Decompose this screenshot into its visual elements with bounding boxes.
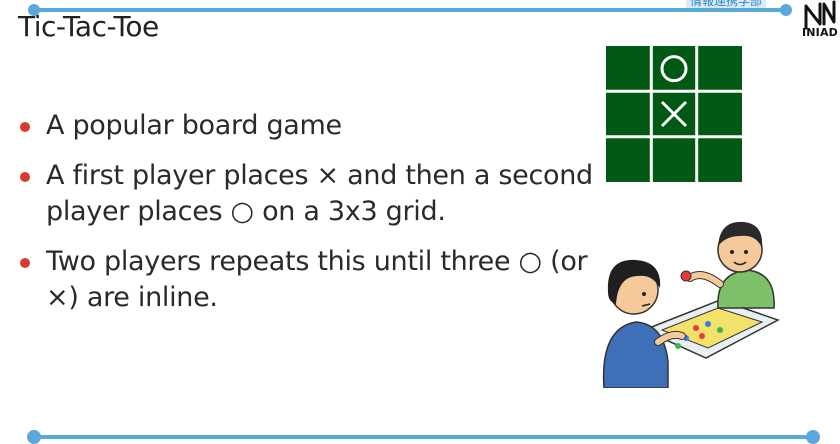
held-piece <box>680 270 692 282</box>
bottom-divider-right-dot <box>806 430 820 444</box>
bullet-list: A popular board game A first player plac… <box>14 108 594 330</box>
right-player-body <box>717 269 775 309</box>
bullet-item: A first player places × and then a secon… <box>14 158 594 230</box>
bottom-divider-line <box>34 435 814 439</box>
game-piece <box>675 343 681 349</box>
faculty-tag: 情報連携学部 <box>686 0 767 8</box>
bullet-item: A popular board game <box>14 108 594 144</box>
game-piece <box>693 325 699 331</box>
tic-tac-toe-board <box>606 46 742 182</box>
right-player-eye <box>730 250 734 254</box>
bullet-item: Two players repeats this until three ○ (… <box>14 244 594 316</box>
game-piece <box>705 321 711 327</box>
players-illustration <box>602 221 780 388</box>
logo-label: INIAD <box>801 26 839 39</box>
game-piece <box>717 327 723 333</box>
bottom-divider-left-dot <box>27 430 41 444</box>
game-piece <box>699 333 705 339</box>
bullet-dot-icon <box>20 258 30 268</box>
left-player-eye <box>642 292 646 296</box>
right-player-eye <box>744 250 748 254</box>
iniad-logo: INIAD <box>800 0 840 44</box>
bullet-dot-icon <box>20 172 30 182</box>
bullet-text: A popular board game <box>46 110 342 141</box>
top-divider-right-dot <box>780 4 792 16</box>
bullet-dot-icon <box>20 122 30 132</box>
bullet-text: A first player places × and then a secon… <box>46 160 593 227</box>
slide-title: Tic-Tac-Toe <box>18 10 159 43</box>
slide: 情報連携学部 INIAD Tic-Tac-Toe A popular board… <box>0 0 840 444</box>
bullet-text: Two players repeats this until three ○ (… <box>46 246 588 313</box>
